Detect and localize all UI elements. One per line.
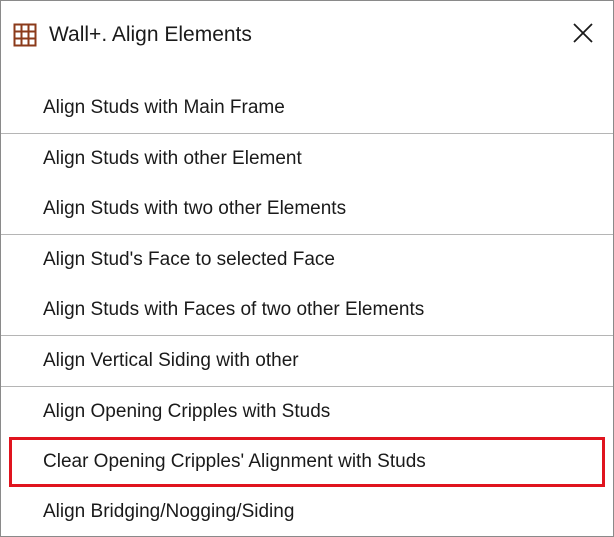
close-icon (572, 22, 594, 49)
title-bar: Wall+. Align Elements (1, 1, 613, 69)
dialog-window: Wall+. Align Elements Align Studs with M… (0, 0, 614, 537)
window-title: Wall+. Align Elements (49, 23, 252, 46)
menu-item-clear-opening-cripples-alignment[interactable]: Clear Opening Cripples' Alignment with S… (9, 437, 605, 487)
menu-item-align-bridging-nogging-siding[interactable]: Align Bridging/Nogging/Siding (1, 487, 613, 537)
wall-grid-icon (13, 23, 37, 47)
close-button[interactable] (563, 15, 603, 55)
menu-item-align-vertical-siding[interactable]: Align Vertical Siding with other (1, 336, 613, 386)
menu-item-align-studs-main-frame[interactable]: Align Studs with Main Frame (1, 83, 613, 133)
menu-item-align-stud-face[interactable]: Align Stud's Face to selected Face (1, 235, 613, 285)
menu-item-align-opening-cripples[interactable]: Align Opening Cripples with Studs (1, 387, 613, 437)
menu-item-align-studs-two-elements[interactable]: Align Studs with two other Elements (1, 184, 613, 234)
align-menu: Align Studs with Main Frame Align Studs … (1, 83, 613, 537)
menu-item-align-studs-other-element[interactable]: Align Studs with other Element (1, 134, 613, 184)
menu-item-align-studs-faces-two-elements[interactable]: Align Studs with Faces of two other Elem… (1, 285, 613, 335)
